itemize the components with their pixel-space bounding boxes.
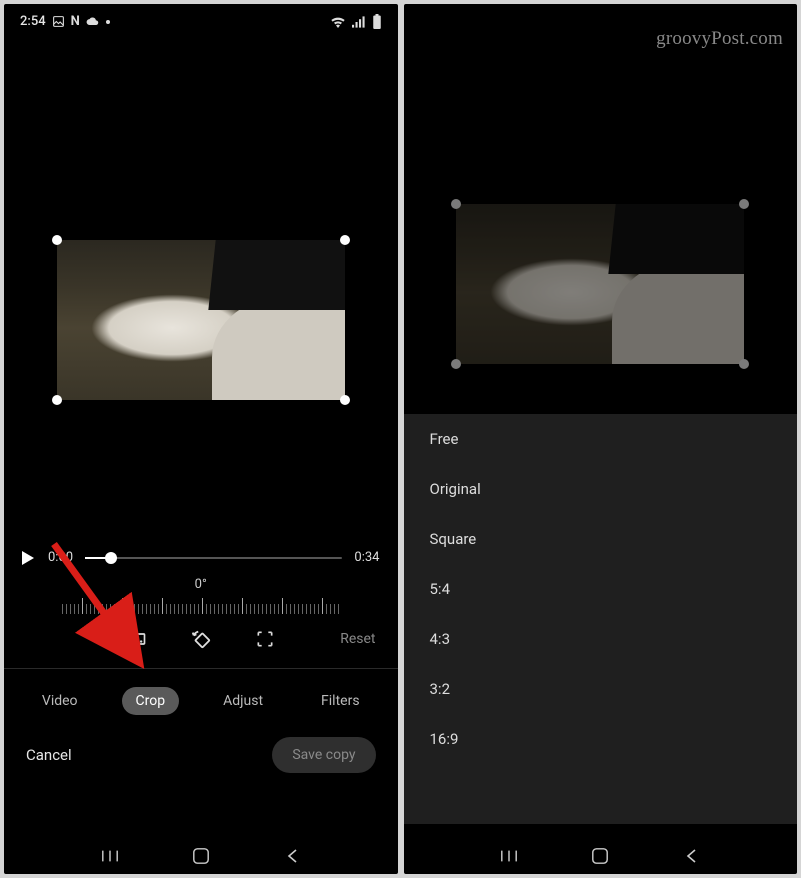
status-bar: 2:54 N xyxy=(4,4,398,35)
action-bar: Cancel Save copy xyxy=(4,737,398,773)
nav-back[interactable] xyxy=(282,846,302,866)
crop-handle-bottom-right[interactable] xyxy=(739,359,749,369)
tab-video[interactable]: Video xyxy=(28,687,92,715)
cancel-button[interactable]: Cancel xyxy=(26,746,72,764)
tab-filters[interactable]: Filters xyxy=(307,687,374,715)
crop-frame[interactable] xyxy=(57,240,345,400)
divider xyxy=(4,668,398,669)
ratio-3-2[interactable]: 3:2 xyxy=(404,664,798,714)
tab-crop[interactable]: Crop xyxy=(122,687,180,715)
aspect-ratio-button[interactable] xyxy=(126,628,148,650)
rotation-dial[interactable] xyxy=(4,596,398,614)
seek-track[interactable] xyxy=(85,557,342,559)
crop-handle-bottom-right[interactable] xyxy=(340,395,350,405)
crop-handle-top-right[interactable] xyxy=(739,199,749,209)
rotation-angle-label: 0° xyxy=(4,577,398,592)
netflix-icon: N xyxy=(71,14,80,29)
nav-home[interactable] xyxy=(590,846,610,866)
phone-right: groovyPost.com Free Original Square 5:4 … xyxy=(404,4,798,874)
time-current: 0:00 xyxy=(48,550,73,565)
nav-recents[interactable] xyxy=(100,846,120,866)
video-preview[interactable] xyxy=(404,4,798,374)
nav-home[interactable] xyxy=(191,846,211,866)
nav-bar xyxy=(4,846,398,866)
ratio-original[interactable]: Original xyxy=(404,464,798,514)
ratio-free[interactable]: Free xyxy=(404,414,798,464)
edit-tabs: Video Crop Adjust Filters xyxy=(4,687,398,715)
tab-adjust[interactable]: Adjust xyxy=(209,687,277,715)
nav-bar xyxy=(404,846,798,866)
battery-icon xyxy=(372,14,382,29)
free-transform-button[interactable] xyxy=(254,628,276,650)
crop-handle-top-right[interactable] xyxy=(340,235,350,245)
aspect-ratio-panel: Free Original Square 5:4 4:3 3:2 16:9 xyxy=(404,414,798,824)
play-button[interactable] xyxy=(22,551,36,565)
video-thumbnail xyxy=(57,240,345,400)
save-copy-button[interactable]: Save copy xyxy=(272,737,375,773)
video-preview[interactable] xyxy=(4,35,398,440)
timeline: 0:00 0:34 xyxy=(4,550,398,565)
cloud-icon xyxy=(86,16,100,27)
crop-handle-bottom-left[interactable] xyxy=(52,395,62,405)
crop-handle-bottom-left[interactable] xyxy=(451,359,461,369)
time-duration: 0:34 xyxy=(354,550,379,565)
ratio-square[interactable]: Square xyxy=(404,514,798,564)
image-icon xyxy=(52,15,65,28)
seek-knob[interactable] xyxy=(105,552,117,564)
reset-button[interactable]: Reset xyxy=(340,631,375,647)
nav-recents[interactable] xyxy=(499,846,519,866)
signal-icon xyxy=(352,16,366,28)
dot-icon xyxy=(106,20,110,24)
status-time: 2:54 xyxy=(20,14,46,29)
ratio-5-4[interactable]: 5:4 xyxy=(404,564,798,614)
ratio-4-3[interactable]: 4:3 xyxy=(404,614,798,664)
crop-frame[interactable] xyxy=(456,204,744,364)
video-thumbnail xyxy=(456,204,744,364)
rotate-button[interactable] xyxy=(190,628,212,650)
crop-handle-top-left[interactable] xyxy=(52,235,62,245)
ratio-16-9[interactable]: 16:9 xyxy=(404,714,798,764)
crop-toolbar: Reset xyxy=(4,628,398,650)
phone-left: 2:54 N xyxy=(4,4,398,874)
wifi-icon xyxy=(330,16,346,28)
nav-back[interactable] xyxy=(681,846,701,866)
